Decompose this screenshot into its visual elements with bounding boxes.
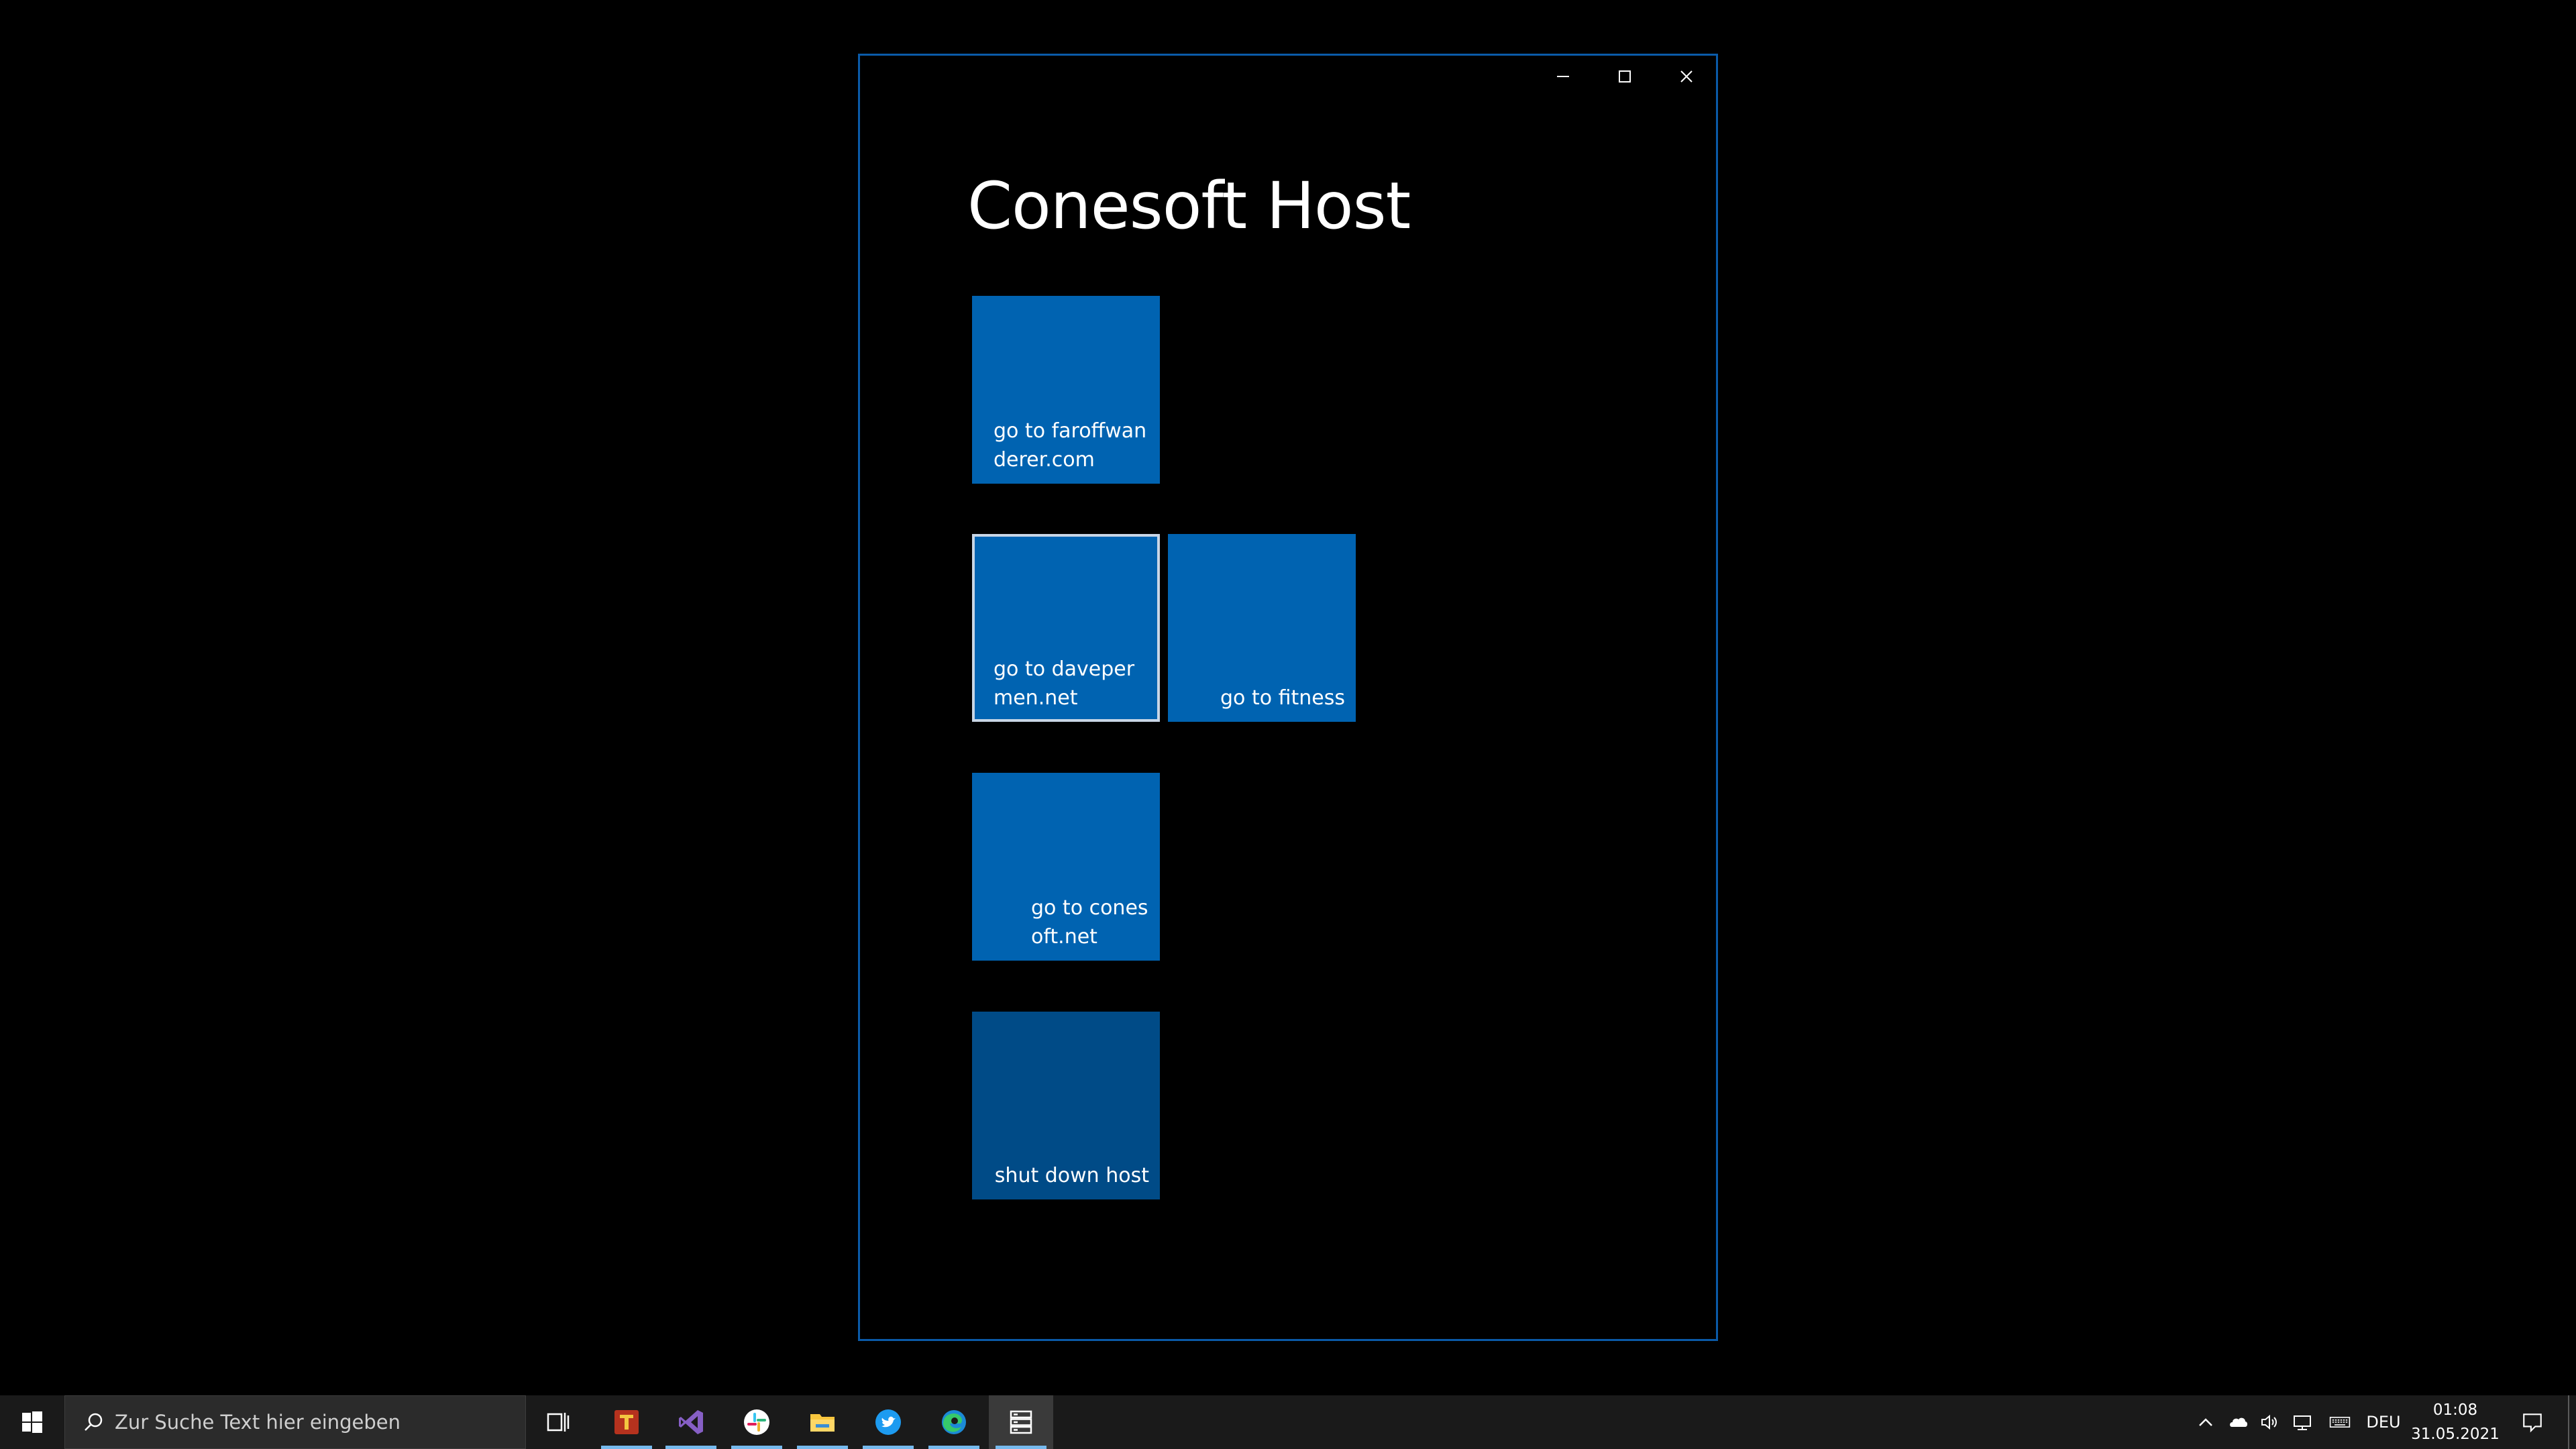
page-title: Conesoft Host — [967, 168, 1411, 244]
close-icon — [1680, 70, 1693, 83]
running-indicator — [928, 1446, 979, 1449]
tile-davepermen[interactable]: go to davepermen.net — [972, 534, 1160, 722]
network-button[interactable] — [2288, 1395, 2317, 1449]
running-indicator — [601, 1446, 652, 1449]
maximize-button[interactable] — [1594, 56, 1656, 97]
tile-label: go to davepermen.net — [994, 657, 1135, 710]
language-label: DEU — [2366, 1413, 2401, 1432]
search-icon — [83, 1409, 108, 1435]
clock-time: 01:08 — [2432, 1401, 2478, 1419]
maximize-icon — [1619, 70, 1631, 83]
taskbar-app-file-explorer[interactable] — [790, 1395, 855, 1449]
task-view-button[interactable] — [526, 1395, 590, 1449]
show-desktop-button[interactable] — [2568, 1395, 2576, 1449]
clock[interactable]: 01:08 31.05.2021 — [2402, 1395, 2509, 1449]
taskbar-app-visual-studio[interactable] — [659, 1395, 723, 1449]
running-indicator — [665, 1446, 716, 1449]
speaker-icon — [2261, 1414, 2277, 1430]
clock-date: 31.05.2021 — [2411, 1426, 2500, 1443]
touch-keyboard-button[interactable] — [2322, 1395, 2357, 1449]
task-view-icon — [547, 1413, 570, 1432]
file-explorer-icon — [810, 1414, 835, 1432]
tile-shutdown-host[interactable]: shut down host — [972, 1012, 1160, 1199]
onedrive-button[interactable] — [2224, 1395, 2253, 1449]
tile-label: go to faroffwanderer.com — [994, 419, 1147, 472]
tile-label: go to conesoft.net — [1031, 896, 1148, 949]
slack-icon — [744, 1409, 769, 1435]
volume-button[interactable] — [2255, 1395, 2284, 1449]
typora-icon — [614, 1410, 639, 1434]
taskbar-app-conesoft-host[interactable] — [989, 1395, 1053, 1449]
show-hidden-icons-button[interactable] — [2192, 1395, 2219, 1449]
cloud-icon — [2230, 1417, 2247, 1427]
conesoft-host-icon — [1010, 1410, 1032, 1434]
tile-conesoft[interactable]: go to conesoft.net — [972, 773, 1160, 961]
taskbar-app-typora[interactable] — [594, 1395, 659, 1449]
taskbar-app-slack[interactable] — [724, 1395, 789, 1449]
minimize-button[interactable] — [1532, 56, 1594, 97]
twitter-icon — [875, 1409, 901, 1435]
edge-icon — [942, 1410, 966, 1434]
tile-faroffwanderer[interactable]: go to faroffwanderer.com — [972, 296, 1160, 484]
close-button[interactable] — [1656, 56, 1717, 97]
minimize-icon — [1557, 76, 1569, 77]
windows-logo-icon — [22, 1411, 42, 1433]
keyboard-icon — [2329, 1417, 2351, 1428]
running-indicator — [731, 1446, 782, 1449]
input-language-button[interactable]: DEU — [2365, 1395, 2402, 1449]
chevron-up-icon — [2199, 1418, 2212, 1426]
taskbar-app-edge[interactable] — [922, 1395, 986, 1449]
tile-label: shut down host — [994, 1164, 1149, 1187]
visual-studio-icon — [679, 1410, 703, 1434]
taskbar-search[interactable] — [64, 1395, 526, 1449]
desktop: Conesoft Host go to faroffwanderer.com g… — [0, 0, 2576, 1395]
tile-fitness[interactable]: go to fitness — [1168, 534, 1356, 722]
search-input[interactable] — [115, 1411, 490, 1434]
taskbar-app-twitter[interactable] — [856, 1395, 920, 1449]
taskbar: DEU 01:08 31.05.2021 — [0, 1395, 2576, 1449]
notification-icon — [2523, 1413, 2542, 1433]
tile-label: go to fitness — [1220, 686, 1345, 710]
running-indicator — [863, 1446, 914, 1449]
running-indicator — [996, 1446, 1046, 1449]
network-icon — [2294, 1415, 2311, 1430]
action-center-button[interactable] — [2506, 1395, 2559, 1449]
running-indicator — [797, 1446, 848, 1449]
start-button[interactable] — [0, 1395, 64, 1449]
app-window: Conesoft Host go to faroffwanderer.com g… — [858, 54, 1718, 1341]
